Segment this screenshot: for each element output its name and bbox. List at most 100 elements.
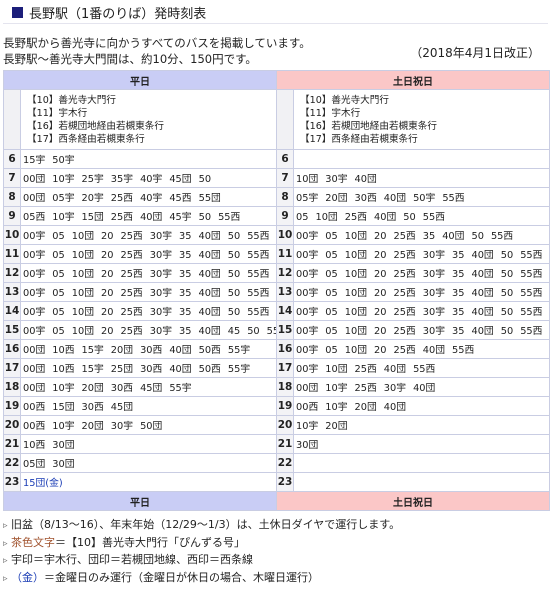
departure-time: 30宇 — [325, 174, 348, 185]
departure-time: 25西 — [120, 269, 143, 280]
departure-time: 50 — [227, 307, 241, 318]
departure-time: 30団 — [52, 440, 75, 451]
departure-time: 35 — [452, 269, 465, 280]
hour-cell: 20 — [3, 415, 21, 435]
departure-time: 10団 — [344, 231, 367, 242]
hour-cell: 15 — [3, 320, 21, 340]
weekday-departures: 05団 30団 — [20, 453, 277, 473]
departure-time: 50 — [198, 174, 212, 185]
hour-cell: 19 — [3, 396, 21, 416]
departure-time: 40団 — [383, 364, 407, 375]
departure-time: 30宇 — [149, 326, 172, 337]
departure-time: 20 — [101, 307, 114, 318]
departure-time: 45 — [227, 326, 241, 337]
departure-time: 05 — [52, 326, 65, 337]
departure-time: 25西 — [120, 326, 143, 337]
timetable-row: 19 00西 15団 30西 45団 19 00西 10宇 20団 40団 — [3, 396, 550, 416]
departure-time: 25西 — [110, 212, 134, 223]
header-holiday: 土日祝日 — [276, 70, 550, 90]
departure-time: 25西 — [393, 307, 416, 318]
hour-cell: 11 — [3, 244, 21, 264]
weekday-departures: 00団 10西 15宇 20団 30西 40団 50西 55宇 — [20, 339, 277, 359]
hour-cell: 7 — [3, 168, 21, 188]
header-weekday: 平日 — [3, 70, 277, 90]
departure-time: 30宇 — [149, 250, 172, 261]
departure-time: 50団 — [140, 421, 163, 432]
departure-time: 30宇 — [110, 421, 134, 432]
departure-time: 55西 — [422, 212, 445, 223]
departure-time: 20団 — [325, 421, 348, 432]
departure-time: 40団 — [383, 193, 407, 204]
holiday-departures: 05 10団 25西 40団 50 55西 — [293, 206, 550, 226]
departure-time: 20 — [101, 269, 114, 280]
timetable: 平日 土日祝日 【10】善光寺大門行 【11】宇木行 【16】若槻団地経由若槻東… — [3, 70, 550, 511]
departure-time: 00宇 — [23, 326, 46, 337]
departure-time: 10西 — [52, 364, 75, 375]
legend-gutter — [276, 89, 294, 150]
departure-time: 35 — [179, 269, 192, 280]
departure-time: 00宇 — [23, 250, 46, 261]
hour-cell: 13 — [276, 282, 294, 302]
hour-cell: 21 — [3, 434, 21, 454]
timetable-row: 9 05西 10宇 15団 25西 40団 45宇 50 55西 9 05 10団 25西 40団 50 55… — [3, 206, 550, 226]
departure-time: 00団 — [23, 174, 46, 185]
hour-cell: 22 — [3, 453, 21, 473]
departure-time: 00西 — [296, 402, 319, 413]
hour-cell: 6 — [276, 149, 294, 169]
weekday-departures: 00宇 05 10団 20 25西 30宇 35 40団 50 55西 — [20, 225, 277, 245]
departure-time: 00団 — [23, 193, 46, 204]
departure-time: 30西 — [354, 193, 377, 204]
departure-time: 30宇 — [422, 288, 445, 299]
departure-time: 55西 — [520, 326, 543, 337]
weekday-departures: 10西 30団 — [20, 434, 277, 454]
departure-time: 00宇 — [296, 326, 319, 337]
departure-time: 55西 — [247, 231, 270, 242]
departure-time: 05西 — [23, 212, 46, 223]
departure-time: 05 — [325, 288, 338, 299]
note-brown-text: ▹ 茶色文字 ＝【10】善光寺大門行「ぴんずる号」 — [3, 535, 548, 553]
note-bullet-icon: ▹ — [3, 573, 8, 584]
hour-cell: 6 — [3, 149, 21, 169]
departure-time: 10団 — [71, 250, 94, 261]
departure-time: 40団 — [471, 269, 494, 280]
departure-time: 25西 — [393, 326, 416, 337]
departure-time: 25西 — [120, 288, 143, 299]
weekday-departures: 00宇 05 10団 20 25西 30宇 35 40団 50 55西 — [20, 282, 277, 302]
departure-time: 50 — [227, 231, 241, 242]
hour-cell: 15 — [276, 320, 294, 340]
legend-item: 【10】善光寺大門行 — [300, 95, 389, 106]
departure-time: 50 — [247, 326, 260, 337]
weekday-departures: 00団 10宇 25宇 35宇 40宇 45団 50 — [20, 168, 277, 188]
hour-cell: 9 — [3, 206, 21, 226]
note-text: ＝【10】善光寺大門行「ぴんずる号」 — [55, 535, 245, 549]
title-marker-icon — [12, 7, 23, 18]
departure-time: 10団 — [344, 269, 367, 280]
departure-time: 30宇 — [149, 269, 172, 280]
departure-time: 00団 — [23, 383, 46, 394]
holiday-departures: 10団 30宇 40団 — [293, 168, 550, 188]
departure-time: 40団 — [198, 269, 221, 280]
timetable-row: 23 15団(金) 23 — [3, 472, 550, 492]
departure-time: 35 — [179, 250, 192, 261]
departure-time: 05宇 — [296, 193, 319, 204]
departure-time: 50 — [198, 212, 212, 223]
departure-time: 25西 — [393, 288, 416, 299]
note-holiday-schedule: ▹ 旧盆（8/13～16）、年末年始（12/29～1/3）は、土休日ダイヤで運行… — [3, 517, 548, 535]
holiday-departures — [293, 149, 550, 169]
departure-time: 20団 — [81, 383, 104, 394]
departure-time: 55西 — [413, 364, 436, 375]
departure-time: 50西 — [198, 364, 221, 375]
departure-time: 35 — [179, 231, 192, 242]
departure-time: 20 — [101, 231, 114, 242]
departure-time: 25西 — [393, 345, 416, 356]
holiday-departures: 30団 — [293, 434, 550, 454]
timetable-row: 8 00団 05宇 20宇 25西 40宇 45西 55団 8 05宇 20団 30西 40団 50宇 55… — [3, 187, 550, 207]
hour-cell: 22 — [276, 453, 294, 473]
departure-time: 20団 — [354, 402, 377, 413]
departure-time: 55宇 — [266, 326, 276, 337]
departure-time: 15団(金) — [23, 478, 63, 489]
departure-time: 55西 — [520, 307, 543, 318]
departure-time: 55宇 — [227, 345, 251, 356]
note-route-abbrev: ▹ 宇印＝宇木行、団印＝若槻団地線、西印＝西条線 — [3, 552, 548, 570]
departure-time: 10団 — [344, 326, 367, 337]
